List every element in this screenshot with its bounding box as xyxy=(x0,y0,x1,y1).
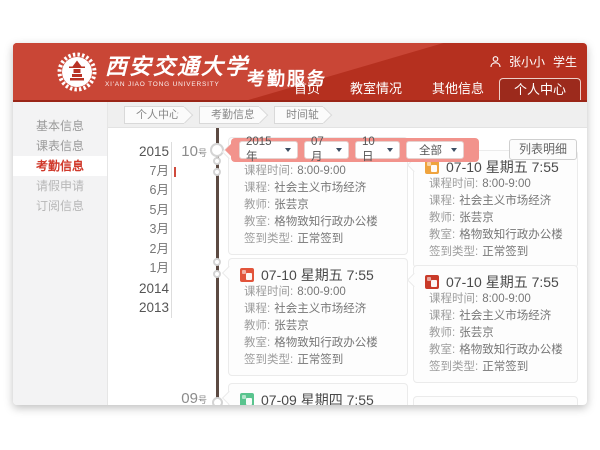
card-header: 07-09 星期四 7:55 xyxy=(240,391,396,405)
field-classroom: 教室:格物致知行政办公楼 xyxy=(425,342,566,359)
timeline-period-list: 2015 7月 6月 5月 3月 2月 1月 2014 2013 xyxy=(123,142,169,318)
person-icon xyxy=(490,56,501,68)
chevron-down-icon xyxy=(451,148,457,152)
day-suffix: 号 xyxy=(198,395,207,405)
attendance-card: 07-10 星期五 7:55 课程时间:8:00-9:00 课程:社会主义市场经… xyxy=(413,150,578,268)
attendance-card: 07-10 星期五 7:55 课程时间:8:00-9:00 课程:社会主义市场经… xyxy=(413,265,578,383)
field-teacher: 教师:张芸京 xyxy=(240,197,396,214)
period-2013[interactable]: 2013 xyxy=(123,298,169,318)
card-header: 07-10 星期五 7:55 xyxy=(240,266,396,284)
type-value: 全部 xyxy=(419,142,442,158)
field-course: 课程:社会主义市场经济 xyxy=(425,193,566,210)
breadcrumb-personal-center[interactable]: 个人中心 xyxy=(124,106,184,124)
sidebar-item-attendance-info[interactable]: 考勤信息 xyxy=(13,156,107,176)
field-course-time: 课程时间:8:00-9:00 xyxy=(425,176,566,193)
field-course-time: 课程时间:8:00-9:00 xyxy=(240,284,396,301)
user-name: 张小小 xyxy=(509,53,545,70)
timeline-node xyxy=(213,270,221,278)
breadcrumb: 个人中心 考勤信息 时间轴 xyxy=(108,102,587,128)
day-marker-10: 10号 xyxy=(171,143,207,161)
page: 西安交通大学 XI'AN JIAO TONG UNIVERSITY 考勤服务 张… xyxy=(0,0,600,450)
field-teacher: 教师:张芸京 xyxy=(240,318,396,335)
field-classroom: 教室:格物致知行政办公楼 xyxy=(240,214,396,231)
field-signin-type: 签到类型:正常签到 xyxy=(425,244,566,261)
university-name-en: XI'AN JIAO TONG UNIVERSITY xyxy=(105,81,249,88)
user-menu[interactable]: 张小小 学生 xyxy=(490,53,577,70)
attendance-card: 07-10 星期五 7:55 课程时间:8:00-9:00 课程:社会主义市场经… xyxy=(228,258,408,376)
period-label: 7月 xyxy=(150,164,169,178)
chevron-down-icon xyxy=(285,148,291,152)
day-marker-09: 09号 xyxy=(171,390,207,405)
period-2014[interactable]: 2014 xyxy=(123,279,169,299)
calendar-status-icon xyxy=(425,275,439,289)
calendar-status-icon xyxy=(240,393,254,405)
timeline-node-large xyxy=(210,143,224,157)
university-logo-icon xyxy=(57,52,97,92)
timeline-node xyxy=(213,168,221,176)
chevron-down-icon xyxy=(387,148,393,152)
period-february[interactable]: 2月 xyxy=(123,240,169,260)
breadcrumb-attendance-info[interactable]: 考勤信息 xyxy=(199,106,259,124)
nav-item-other-info[interactable]: 其他信息 xyxy=(417,78,499,100)
field-course-time: 课程时间:8:00-9:00 xyxy=(425,291,566,308)
app-header: 西安交通大学 XI'AN JIAO TONG UNIVERSITY 考勤服务 张… xyxy=(13,43,587,102)
period-july-active[interactable]: 7月 xyxy=(123,162,169,182)
day-number: 09 xyxy=(181,390,198,405)
type-dropdown[interactable]: 全部 xyxy=(406,141,464,159)
field-course: 课程:社会主义市场经济 xyxy=(425,308,566,325)
field-signin-type: 签到类型:正常签到 xyxy=(240,352,396,369)
period-list-divider xyxy=(171,142,172,318)
university-title: 西安交通大学 XI'AN JIAO TONG UNIVERSITY xyxy=(105,55,249,88)
timeline-node xyxy=(213,258,221,266)
timeline-node xyxy=(213,157,221,165)
nav-item-classrooms[interactable]: 教室情况 xyxy=(335,78,417,100)
field-classroom: 教室:格物致知行政办公楼 xyxy=(240,335,396,352)
date-filter-bar: 2015年 07月 10日 全部 xyxy=(231,138,479,162)
year-value: 2015年 xyxy=(246,136,280,164)
university-name-cn: 西安交通大学 xyxy=(105,55,249,79)
period-january[interactable]: 1月 xyxy=(123,259,169,279)
calendar-status-icon xyxy=(425,160,439,174)
card-date: 07-10 星期五 7:55 xyxy=(261,265,374,285)
list-detail-button[interactable]: 列表明细 xyxy=(509,139,577,160)
field-course: 课程:社会主义市场经济 xyxy=(240,180,396,197)
day-dropdown[interactable]: 10日 xyxy=(355,141,400,159)
card-header: 07-10 星期五 7:55 xyxy=(425,273,566,291)
day-suffix: 号 xyxy=(198,148,207,158)
attendance-app-window: 西安交通大学 XI'AN JIAO TONG UNIVERSITY 考勤服务 张… xyxy=(13,43,587,405)
period-march[interactable]: 3月 xyxy=(123,220,169,240)
sidebar-item-schedule-info[interactable]: 课表信息 xyxy=(13,136,107,156)
sidebar-item-basic-info[interactable]: 基本信息 xyxy=(13,116,107,136)
field-classroom: 教室:格物致知行政办公楼 xyxy=(425,227,566,244)
main-nav: 首页 教室情况 其他信息 个人中心 xyxy=(279,78,581,100)
month-value: 07月 xyxy=(311,136,331,164)
field-course-time: 课程时间:8:00-9:00 xyxy=(240,163,396,180)
attendance-card: 07-09 星期四 7:55 xyxy=(228,383,408,405)
nav-item-personal-center[interactable]: 个人中心 xyxy=(499,78,581,100)
card-date: 07-10 星期五 7:55 xyxy=(446,272,559,292)
card-date: 07-09 星期四 7:55 xyxy=(261,390,374,405)
year-dropdown[interactable]: 2015年 xyxy=(239,141,298,159)
field-course: 课程:社会主义市场经济 xyxy=(240,301,396,318)
field-teacher: 教师:张芸京 xyxy=(425,325,566,342)
month-dropdown[interactable]: 07月 xyxy=(304,141,349,159)
sidebar-item-leave-request[interactable]: 请假申请 xyxy=(13,176,107,196)
day-value: 10日 xyxy=(362,136,382,164)
breadcrumb-timeline[interactable]: 时间轴 xyxy=(274,106,323,124)
period-2015[interactable]: 2015 xyxy=(123,142,169,162)
period-june[interactable]: 6月 xyxy=(123,181,169,201)
sidebar-item-subscription-info[interactable]: 订阅信息 xyxy=(13,196,107,216)
field-teacher: 教师:张芸京 xyxy=(425,210,566,227)
user-role: 学生 xyxy=(553,53,577,70)
chevron-down-icon xyxy=(336,148,342,152)
field-signin-type: 签到类型:正常签到 xyxy=(240,231,396,248)
calendar-status-icon xyxy=(240,268,254,282)
period-may[interactable]: 5月 xyxy=(123,201,169,221)
active-period-tick xyxy=(174,167,177,177)
field-signin-type: 签到类型:正常签到 xyxy=(425,359,566,376)
day-number: 10 xyxy=(181,143,198,160)
attendance-card-partial xyxy=(413,396,578,405)
sidebar: 基本信息 课表信息 考勤信息 请假申请 订阅信息 xyxy=(13,102,108,405)
nav-item-home[interactable]: 首页 xyxy=(279,78,335,100)
